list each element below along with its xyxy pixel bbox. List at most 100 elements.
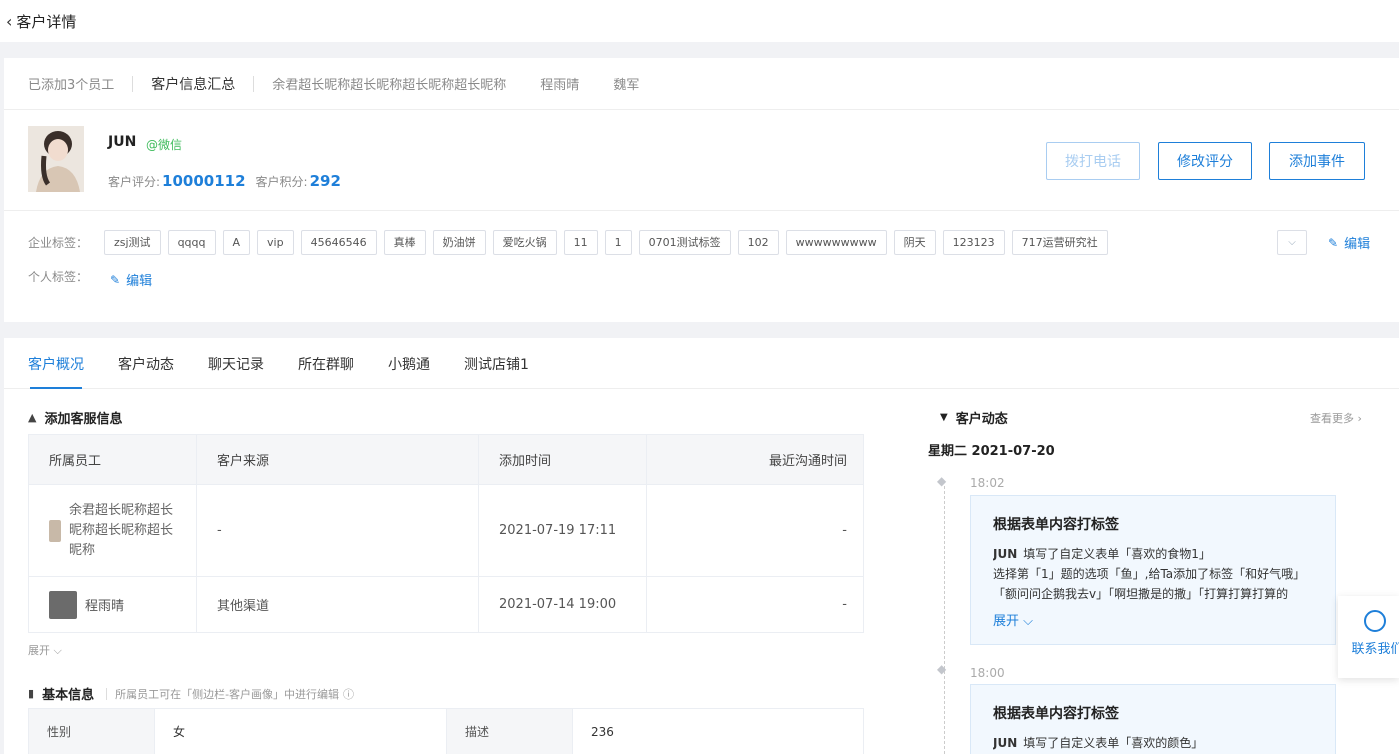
tag-chip[interactable]: zsj测试 <box>104 230 161 255</box>
tag-chip[interactable]: qqqq <box>167 230 216 255</box>
info-icon[interactable]: ⓘ <box>343 686 354 702</box>
personal-tags-label: 个人标签： <box>28 270 89 284</box>
last-contact-cell: - <box>646 576 864 633</box>
pencil-icon: ✎ <box>1328 235 1339 250</box>
edit-corp-tags-button[interactable]: ✎ 编辑 <box>1328 233 1371 253</box>
contact-us-button[interactable]: 联系我们 <box>1338 596 1399 678</box>
divider <box>4 210 1399 211</box>
service-info-title: ▲ 添加客服信息 <box>28 411 123 427</box>
tab-employee-cheng[interactable]: 程雨晴 <box>540 74 579 93</box>
tag-chip[interactable]: 717运营研究社 <box>1011 230 1108 255</box>
headset-icon <box>1363 610 1386 632</box>
column-header: 所属员工 <box>28 434 197 485</box>
customer-card: 已添加3个员工 客户信息汇总 余君超长昵称超长昵称超长昵称超长昵称 程雨晴 魏军… <box>4 58 1399 322</box>
tab-customer-summary[interactable]: 客户信息汇总 <box>151 74 235 94</box>
desc-label: 描述 <box>446 708 573 754</box>
employee-cell: 程雨晴 <box>28 576 197 633</box>
event-title: 根据表单内容打标签 <box>993 706 1119 722</box>
tag-chip[interactable]: 爱吃火锅 <box>492 230 557 255</box>
main-tabs: 客户概况 客户动态 聊天记录 所在群聊 小鹅通 测试店铺1 <box>4 338 1399 389</box>
feed-title: ▼ 客户动态 <box>940 412 1008 427</box>
event-text: JUN 填写了自定义表单「喜欢的食物1」 <box>993 547 1211 561</box>
service-table: 所属员工 客户来源 添加时间 最近沟通时间 余君超长昵称超长 昵称超长昵称超长 … <box>28 434 864 633</box>
tab-overview[interactable]: 客户概况 <box>28 338 84 389</box>
event-time: 18:02 <box>970 476 1005 490</box>
event-title: 根据表单内容打标签 <box>993 517 1119 533</box>
column-header: 添加时间 <box>478 434 647 485</box>
divider <box>132 75 134 92</box>
divider <box>106 687 108 700</box>
edit-score-button[interactable]: 修改评分 <box>1158 142 1252 180</box>
employee-cell: 余君超长昵称超长 昵称超长昵称超长 昵称 <box>28 484 197 577</box>
tag-chip[interactable]: 真棒 <box>383 230 426 255</box>
corp-tags-label: 企业标签： <box>28 236 89 250</box>
chevron-down-icon[interactable]: ⌵ <box>1277 230 1307 255</box>
tag-chip[interactable]: wwwwwwwww <box>785 230 887 255</box>
user-icon: ▲ <box>28 411 37 424</box>
added-time-cell: 2021-07-14 19:00 <box>478 576 647 633</box>
tag-icon: ◆ <box>937 662 947 676</box>
points-value: 292 <box>309 172 341 190</box>
tab-xiaoetong[interactable]: 小鹅通 <box>388 338 430 389</box>
last-contact-cell: - <box>646 484 864 577</box>
bookmark-icon: ▮ <box>28 687 35 700</box>
expand-button[interactable]: 展开 ⌵ <box>28 642 62 658</box>
desc-value: 236 <box>572 708 864 754</box>
employee-tabs: 已添加3个员工 客户信息汇总 余君超长昵称超长昵称超长昵称超长昵称 程雨晴 魏军 <box>4 58 1399 110</box>
add-event-button[interactable]: 添加事件 <box>1269 142 1365 180</box>
table-row: 余君超长昵称超长 昵称超长昵称超长 昵称 - 2021-07-19 17:11 … <box>28 484 864 577</box>
event-time: 18:00 <box>970 666 1005 680</box>
tab-employee-yu[interactable]: 余君超长昵称超长昵称超长昵称超长昵称 <box>272 74 506 93</box>
call-button[interactable]: 拨打电话 <box>1046 142 1140 180</box>
tag-chip[interactable]: 1 <box>604 230 632 255</box>
basic-info-table: 性别 女 描述 236 <box>28 708 864 754</box>
tag-chip[interactable]: 123123 <box>942 230 1005 255</box>
timeline-line <box>944 486 945 754</box>
table-header: 所属员工 客户来源 添加时间 最近沟通时间 <box>28 434 864 485</box>
tag-chip[interactable]: 阴天 <box>893 230 936 255</box>
event-text: 「额问问企鹅我去v」「啊坦撒是的撒」「打算打算打算的 <box>993 587 1289 601</box>
top-bar: ‹ 客户详情 <box>0 0 1399 42</box>
added-time-cell: 2021-07-19 17:11 <box>478 484 647 577</box>
detail-card: 客户概况 客户动态 聊天记录 所在群聊 小鹅通 测试店铺1 ▲ 添加客服信息 所… <box>4 338 1399 754</box>
tag-chip[interactable]: 奶油饼 <box>432 230 486 255</box>
tag-chip[interactable]: vip <box>257 230 294 255</box>
tag-chip[interactable]: 45646546 <box>300 230 377 255</box>
pencil-icon: ✎ <box>110 272 121 287</box>
edit-label: 编辑 <box>126 274 153 289</box>
edit-label: 编辑 <box>1344 237 1371 252</box>
gender-value: 女 <box>154 708 447 754</box>
employee-count: 已添加3个员工 <box>28 78 115 93</box>
customer-name: JUN <box>108 134 137 150</box>
tag-chip[interactable]: 0701测试标签 <box>638 230 731 255</box>
caret-down-icon: ▼ <box>940 412 948 423</box>
tab-chat-history[interactable]: 聊天记录 <box>208 338 264 389</box>
gender-label: 性别 <box>28 708 155 754</box>
tag-chip[interactable]: 102 <box>737 230 779 255</box>
avatar <box>28 126 84 192</box>
tab-activity[interactable]: 客户动态 <box>118 338 174 389</box>
table-row: 程雨晴 其他渠道 2021-07-14 19:00 - <box>28 576 864 633</box>
tab-test-shop[interactable]: 测试店铺1 <box>464 338 529 389</box>
edit-personal-tags-button[interactable]: ✎ 编辑 <box>110 270 153 290</box>
corp-tag-list: zsj测试 qqqq A vip 45646546 真棒 奶油饼 爱吃火锅 11… <box>104 230 1115 255</box>
column-header: 最近沟通时间 <box>646 434 864 485</box>
contact-us-label: 联系我们 <box>1351 642 1399 657</box>
column-header: 客户来源 <box>196 434 479 485</box>
event-card: 根据表单内容打标签 JUN 填写了自定义表单「喜欢的食物1」 选择第「1」题的选项… <box>970 495 1336 645</box>
chevron-down-icon: ⌵ <box>1023 614 1034 629</box>
tab-groups[interactable]: 所在群聊 <box>298 338 354 389</box>
see-more-link[interactable]: 查看更多 › <box>1310 410 1362 426</box>
event-text: 选择第「1」题的选项「鱼」,给Ta添加了标签「和好气哦」 <box>993 567 1306 581</box>
tag-chip[interactable]: 11 <box>563 230 598 255</box>
tab-employee-wei[interactable]: 魏军 <box>613 74 639 93</box>
tag-icon: ◆ <box>937 474 947 488</box>
event-text: JUN 填写了自定义表单「喜欢的颜色」 <box>993 736 1204 750</box>
source-cell: - <box>196 484 479 577</box>
customer-source: @微信 <box>146 138 183 152</box>
tag-chip[interactable]: A <box>222 230 251 255</box>
avatar <box>49 519 61 542</box>
back-icon[interactable]: ‹ <box>6 12 12 31</box>
expand-event-button[interactable]: 展开 ⌵ <box>993 610 1313 629</box>
table-row: 性别 女 描述 236 <box>28 708 864 754</box>
